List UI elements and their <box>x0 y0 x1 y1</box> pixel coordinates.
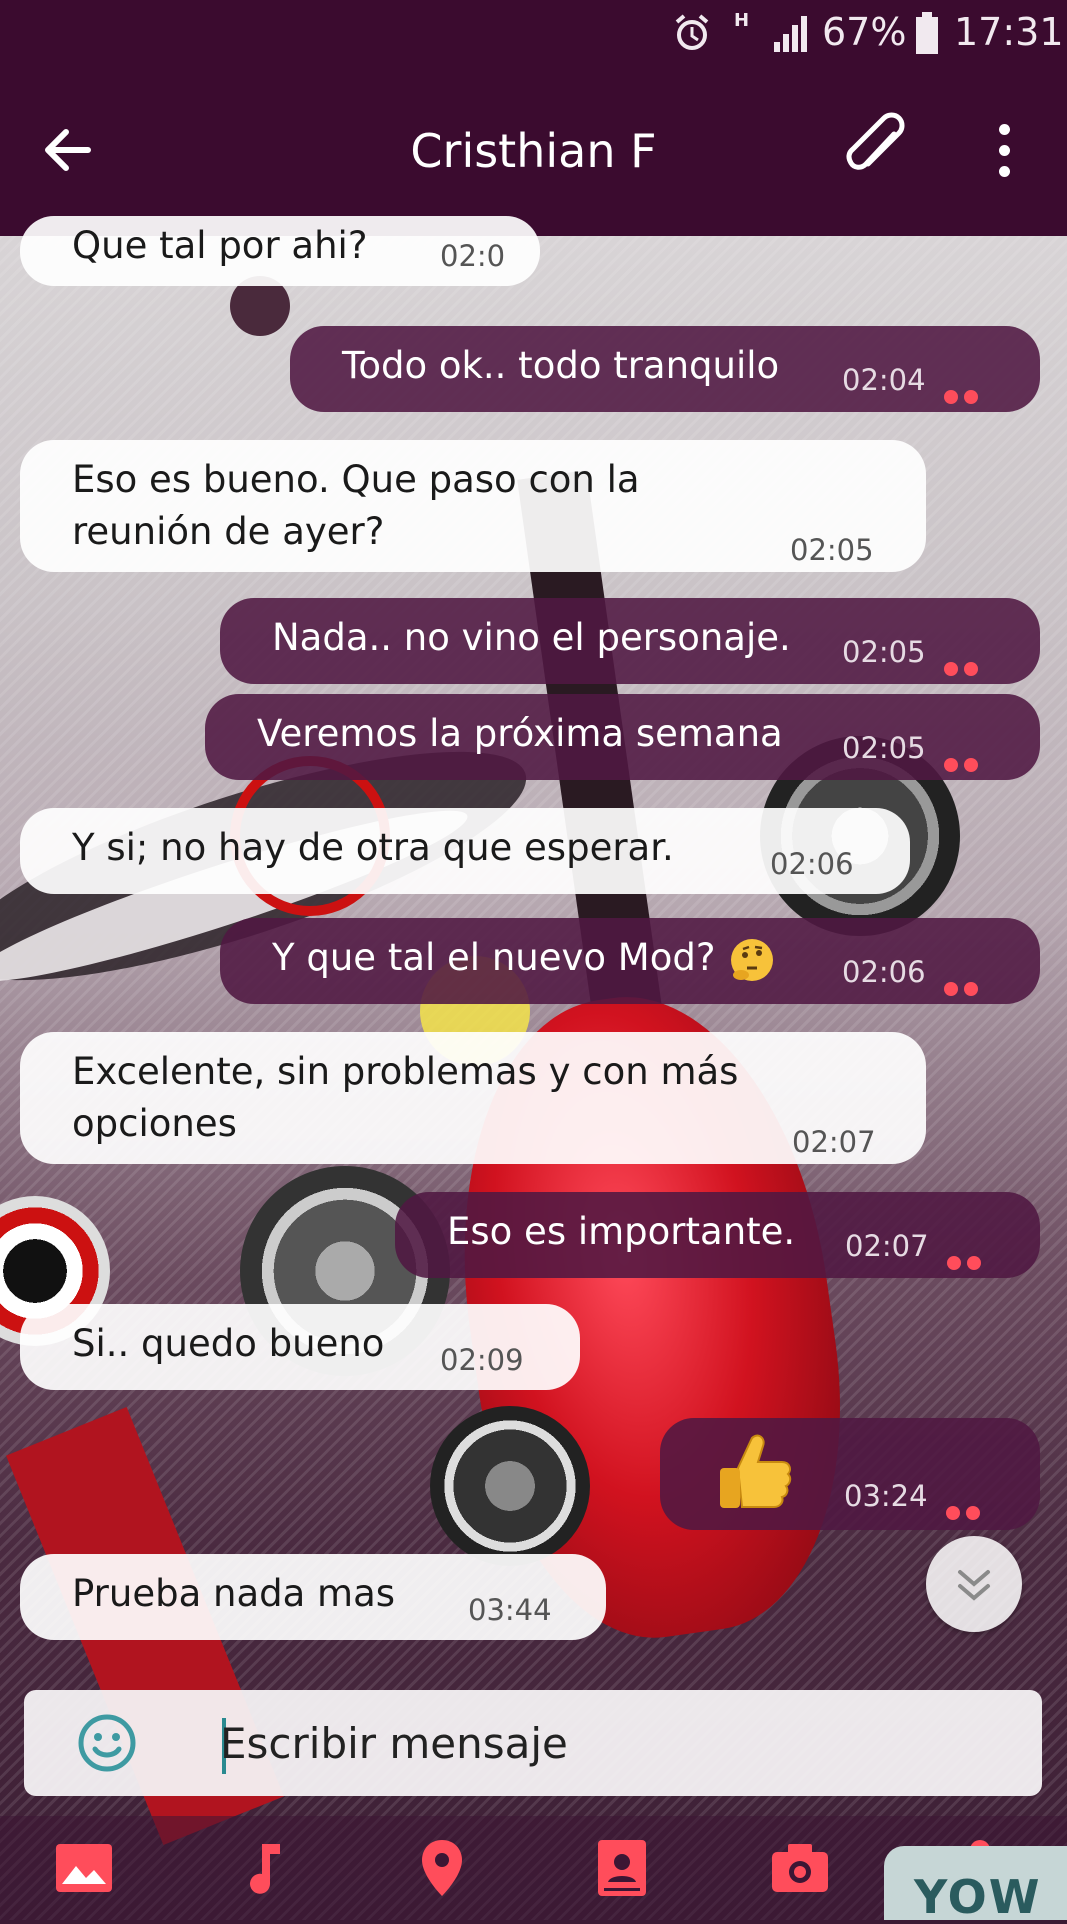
paperclip-icon[interactable] <box>842 112 914 188</box>
message-text: Y que tal el nuevo Mod? <box>272 936 716 979</box>
message-text: Si.. quedo bueno <box>72 1322 385 1365</box>
message-incoming[interactable]: Eso es bueno. Que paso con la reunión de… <box>20 440 926 572</box>
message-time: 02:05 <box>842 635 926 669</box>
read-ticks <box>947 1232 997 1270</box>
signal-icon <box>774 16 807 52</box>
message-incoming[interactable]: Y si; no hay de otra que esperar. 02:06 <box>20 808 910 894</box>
message-time: 02:06 <box>770 847 854 881</box>
status-bar: H 67% 17:31 <box>0 0 1067 66</box>
message-outgoing[interactable]: Nada.. no vino el personaje. 02:05 <box>220 598 1040 684</box>
message-time: 02:07 <box>845 1229 929 1263</box>
network-type: H <box>734 10 750 31</box>
message-incoming[interactable]: Que tal por ahi? 02:0 <box>20 216 540 286</box>
message-incoming[interactable]: Excelente, sin problemas y con más opcio… <box>20 1032 926 1164</box>
thinking-face-emoji <box>731 938 774 981</box>
message-time: 02:05 <box>790 533 874 567</box>
thumbs-up-emoji <box>720 1434 792 1508</box>
contact-icon[interactable] <box>590 1836 654 1900</box>
message-outgoing[interactable]: 03:24 <box>660 1418 1040 1530</box>
message-time: 02:05 <box>842 731 926 765</box>
message-outgoing[interactable]: Eso es importante. 02:07 <box>395 1192 1040 1278</box>
message-text: Prueba nada mas <box>72 1572 396 1615</box>
scroll-to-bottom-button[interactable] <box>926 1536 1022 1632</box>
message-text: Eso es importante. <box>447 1210 796 1253</box>
more-vert-icon[interactable] <box>990 118 1018 184</box>
watermark-text: YOW <box>914 1870 1042 1924</box>
wallpaper-speaker <box>430 1406 590 1566</box>
watermark: YOW <box>884 1846 1067 1924</box>
music-icon[interactable] <box>232 1836 296 1900</box>
battery-percent: 67% <box>822 10 907 54</box>
message-time: 02:06 <box>842 955 926 989</box>
message-time: 02:07 <box>792 1125 876 1159</box>
message-text: Que tal por ahi? <box>72 224 368 267</box>
message-input[interactable] <box>220 1708 1000 1778</box>
smiley-icon[interactable] <box>76 1712 138 1774</box>
battery-icon <box>916 12 938 54</box>
clock: 17:31 <box>954 10 1064 54</box>
message-time: 02:09 <box>440 1343 524 1377</box>
location-icon[interactable] <box>410 1836 474 1900</box>
read-ticks <box>946 1482 996 1520</box>
message-outgoing[interactable]: Veremos la próxima semana 02:05 <box>205 694 1040 780</box>
message-time: 02:0 <box>440 239 506 273</box>
message-outgoing[interactable]: Y que tal el nuevo Mod? 02:06 <box>220 918 1040 1004</box>
message-text: Y si; no hay de otra que esperar. <box>72 826 674 869</box>
message-text: Todo ok.. todo tranquilo <box>342 344 780 387</box>
message-outgoing[interactable]: Todo ok.. todo tranquilo 02:04 <box>290 326 1040 412</box>
camera-icon[interactable] <box>768 1836 832 1900</box>
alarm-icon <box>675 14 709 50</box>
gallery-icon[interactable] <box>52 1836 116 1900</box>
message-text: Eso es bueno. Que paso con la reunión de… <box>72 458 640 553</box>
message-time: 03:24 <box>844 1479 928 1513</box>
read-ticks <box>944 734 994 772</box>
message-text: Nada.. no vino el personaje. <box>272 616 791 659</box>
message-time: 02:04 <box>842 363 926 397</box>
message-time: 03:44 <box>468 1593 552 1627</box>
message-incoming[interactable]: Prueba nada mas 03:44 <box>20 1554 606 1640</box>
chevron-double-down-icon <box>958 1570 990 1601</box>
read-ticks <box>944 366 994 404</box>
chat-header: Cristhian F <box>0 66 1067 236</box>
message-text: Veremos la próxima semana <box>257 712 783 755</box>
message-incoming[interactable]: Si.. quedo bueno 02:09 <box>20 1304 580 1390</box>
read-ticks <box>944 638 994 676</box>
message-composer <box>24 1690 1042 1796</box>
message-text: Excelente, sin problemas y con más opcio… <box>72 1050 739 1145</box>
read-ticks <box>944 958 994 996</box>
